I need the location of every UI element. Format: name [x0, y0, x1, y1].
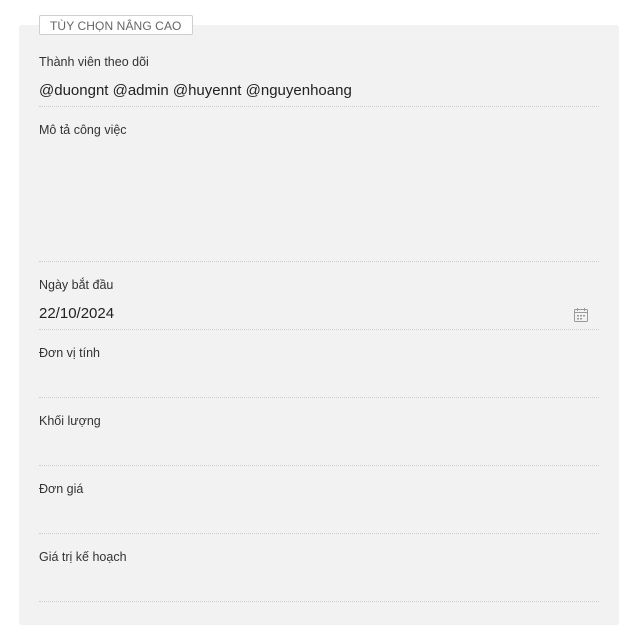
followers-input[interactable]: @duongnt @admin @huyennt @nguyenhoang [39, 82, 352, 99]
start-date-field[interactable]: Ngày bắt đầu 22/10/2024 [39, 275, 599, 330]
unit-field[interactable]: Đơn vị tính [39, 343, 599, 398]
start-date-label: Ngày bắt đầu [39, 278, 114, 292]
advanced-options-title[interactable]: TÙY CHỌN NÂNG CAO [39, 15, 193, 35]
description-label: Mô tả công việc [39, 123, 127, 137]
followers-field[interactable]: Thành viên theo dõi @duongnt @admin @huy… [39, 52, 599, 107]
followers-label: Thành viên theo dõi [39, 55, 149, 69]
description-field[interactable]: Mô tả công việc [39, 120, 599, 262]
unit-price-label: Đơn giá [39, 482, 84, 496]
planned-value-label: Giá trị kế hoạch [39, 550, 127, 564]
planned-value-field[interactable]: Giá trị kế hoạch [39, 547, 599, 602]
unit-label: Đơn vị tính [39, 346, 100, 360]
calendar-icon[interactable] [573, 307, 589, 323]
start-date-input[interactable]: 22/10/2024 [39, 305, 114, 322]
quantity-field[interactable]: Khối lượng [39, 411, 599, 466]
quantity-label: Khối lượng [39, 414, 101, 428]
unit-price-field[interactable]: Đơn giá [39, 479, 599, 534]
